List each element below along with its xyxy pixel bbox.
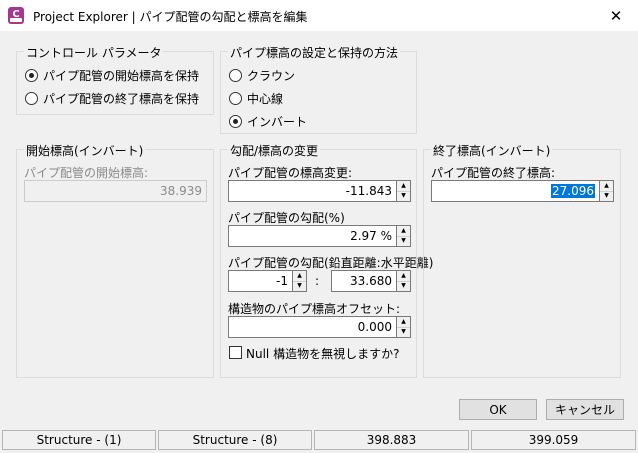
radio-crown[interactable]: クラウン <box>229 67 295 83</box>
radio-keep-end-elev[interactable]: パイプ配管の終了標高を保持 <box>25 90 199 106</box>
radio-keep-start-elev[interactable]: パイプ配管の開始標高を保持 <box>25 67 199 83</box>
elev-change-input[interactable]: -11.843 <box>228 180 397 202</box>
close-icon[interactable]: ✕ <box>606 6 626 26</box>
radio-invert[interactable]: インバート <box>229 113 307 129</box>
window-title: Project Explorer | パイプ配管の勾配と標高を編集 <box>33 10 308 24</box>
spin-down-icon[interactable]: ▼ <box>397 282 410 292</box>
offset-spinner[interactable]: ▲ ▼ <box>397 316 411 338</box>
slope-label: パイプ配管の勾配(%) <box>228 211 345 225</box>
ratio-vertical-input[interactable]: -1 <box>228 270 293 292</box>
spin-up-icon[interactable]: ▲ <box>397 181 410 192</box>
end-elev-input[interactable]: 27.096 <box>431 180 600 202</box>
ratio-vertical-spinner[interactable]: ▲ ▼ <box>293 270 307 292</box>
end-elev-label: パイプ配管の終了標高: <box>431 166 556 180</box>
radio-label: 中心線 <box>247 91 284 106</box>
status-end-value: 399.059 <box>471 430 636 450</box>
status-start-structure: Structure - (1) <box>2 430 156 450</box>
status-end-structure: Structure - (8) <box>158 430 312 450</box>
elev-change-label: パイプ配管の標高変更: <box>228 166 353 180</box>
spin-up-icon[interactable]: ▲ <box>397 317 410 328</box>
radio-label: パイプ配管の終了標高を保持 <box>43 91 200 106</box>
spin-up-icon[interactable]: ▲ <box>397 271 410 282</box>
slope-elev-title: 勾配/標高の変更 <box>228 142 321 159</box>
end-elev-selected-text: 27.096 <box>551 184 595 198</box>
radio-button[interactable] <box>229 68 242 82</box>
spin-up-icon[interactable]: ▲ <box>600 181 613 192</box>
end-elev-title: 終了標高(インバート) <box>431 142 553 159</box>
spin-down-icon[interactable]: ▼ <box>397 237 410 247</box>
control-params-title: コントロール パラメータ <box>24 44 164 61</box>
slope-ratio-label: パイプ配管の勾配(鉛直距離:水平距離) <box>228 256 434 270</box>
radio-button[interactable] <box>25 91 38 105</box>
radio-label: インバート <box>247 114 308 129</box>
start-elev-field: 38.939 <box>24 180 207 202</box>
spin-down-icon[interactable]: ▼ <box>600 192 613 202</box>
spin-up-icon[interactable]: ▲ <box>293 271 306 282</box>
elev-change-spinner[interactable]: ▲ ▼ <box>397 180 411 202</box>
slope-input[interactable]: 2.97 % <box>228 225 397 247</box>
ratio-horizontal-spinner[interactable]: ▲ ▼ <box>397 270 411 292</box>
spin-down-icon[interactable]: ▼ <box>293 282 306 292</box>
radio-button-checked[interactable] <box>229 114 242 128</box>
radio-button[interactable] <box>229 91 242 105</box>
pipe-elev-method-title: パイプ標高の設定と保持の方法 <box>228 44 401 61</box>
app-icon: C <box>8 7 24 24</box>
offset-input[interactable]: 0.000 <box>228 316 397 338</box>
end-elev-spinner[interactable]: ▲ ▼ <box>600 180 614 202</box>
slope-spinner[interactable]: ▲ ▼ <box>397 225 411 247</box>
offset-label: 構造物のパイプ標高オフセット: <box>228 302 401 316</box>
start-elev-title: 開始標高(インバート) <box>24 142 146 159</box>
spin-down-icon[interactable]: ▼ <box>397 192 410 202</box>
radio-label: パイプ配管の開始標高を保持 <box>43 68 200 83</box>
status-start-value: 398.883 <box>314 430 469 450</box>
ratio-separator: : <box>315 274 320 288</box>
spin-down-icon[interactable]: ▼ <box>397 328 410 338</box>
null-structure-label: Null 構造物を無視しますか? <box>246 347 400 361</box>
start-elev-label: パイプ配管の開始標高: <box>24 166 149 180</box>
radio-centerline[interactable]: 中心線 <box>229 90 283 106</box>
radio-label: クラウン <box>247 68 296 83</box>
spin-up-icon[interactable]: ▲ <box>397 226 410 237</box>
radio-button-checked[interactable] <box>25 68 38 82</box>
cancel-button[interactable]: キャンセル <box>546 399 624 420</box>
ok-button[interactable]: OK <box>459 399 537 420</box>
null-structure-checkbox[interactable] <box>229 346 242 359</box>
ratio-horizontal-input[interactable]: 33.680 <box>331 270 397 292</box>
